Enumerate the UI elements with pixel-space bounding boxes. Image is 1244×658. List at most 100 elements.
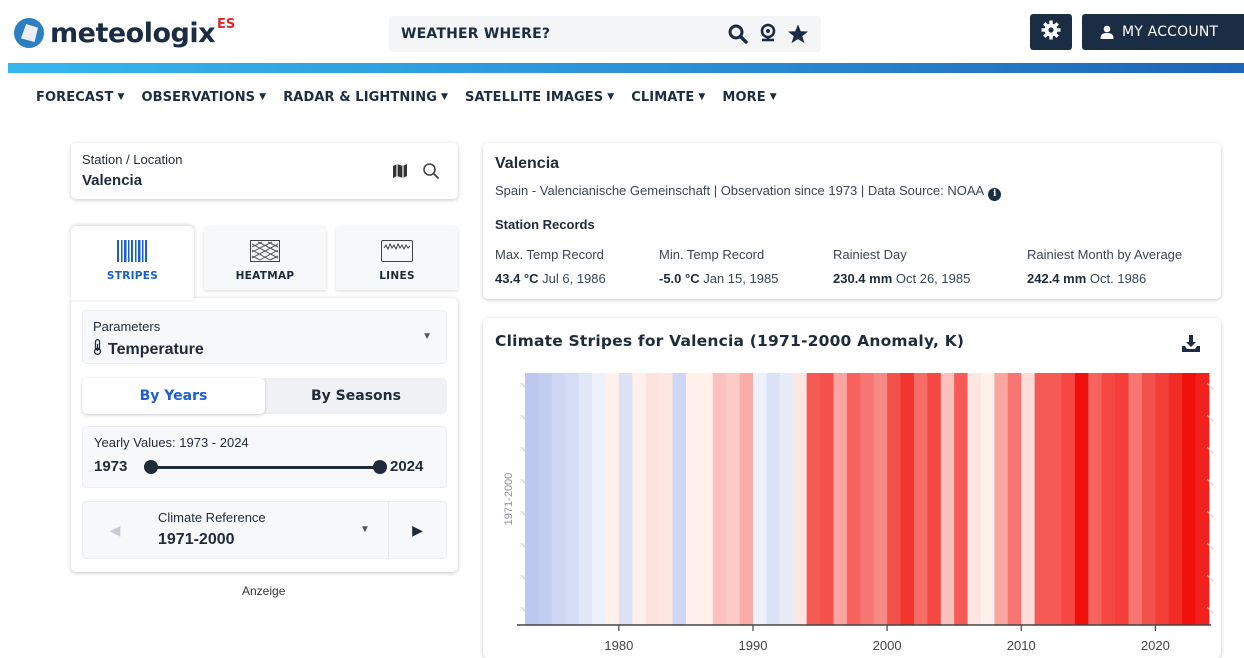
- nav-radar-lightning[interactable]: RADAR & LIGHTNING ▼: [283, 90, 448, 105]
- stripe-1985[interactable]: [685, 373, 700, 625]
- stripe-2014[interactable]: [1074, 373, 1089, 625]
- stripe-1983[interactable]: [659, 373, 673, 625]
- search-icon[interactable]: [723, 19, 753, 49]
- stripe-1994[interactable]: [806, 373, 821, 625]
- stripes-icon: [116, 240, 149, 267]
- stripe-2015[interactable]: [1088, 373, 1103, 625]
- caret-down-icon: ▼: [607, 92, 615, 102]
- stripe-2023[interactable]: [1195, 373, 1210, 625]
- stripe-2011[interactable]: [1034, 373, 1049, 625]
- climate-reference-selector: ◀ Climate Reference 1971-2000 ▼ ▶: [82, 501, 447, 559]
- stripe-1990[interactable]: [753, 373, 767, 625]
- x-tick-label-2020: 2020: [1141, 638, 1170, 653]
- stripe-1979[interactable]: [605, 373, 620, 625]
- download-icon[interactable]: [1181, 334, 1201, 359]
- year-range-end-handle[interactable]: [373, 460, 387, 474]
- climate-reference-value[interactable]: 1971-2000: [158, 531, 235, 549]
- stripe-2022[interactable]: [1182, 373, 1196, 625]
- stripe-2004[interactable]: [940, 373, 955, 625]
- stripe-2016[interactable]: [1101, 373, 1116, 625]
- previous-reference-button[interactable]: ◀: [83, 502, 147, 558]
- search-prompt[interactable]: WEATHER WHERE?: [401, 26, 723, 42]
- caret-down-icon: ▼: [441, 92, 449, 102]
- stripe-1988[interactable]: [726, 373, 740, 625]
- by-seasons-button[interactable]: By Seasons: [265, 378, 447, 414]
- stripe-2002[interactable]: [913, 373, 928, 625]
- location-search-bar[interactable]: WEATHER WHERE?: [389, 16, 821, 52]
- nav-observations[interactable]: OBSERVATIONS ▼: [142, 90, 267, 105]
- stripe-2001[interactable]: [900, 373, 915, 625]
- station-value[interactable]: Valencia: [82, 172, 142, 189]
- tab-heatmap[interactable]: HEATMAP: [204, 226, 326, 290]
- stripe-2007[interactable]: [981, 373, 995, 625]
- stripe-1989[interactable]: [739, 373, 754, 625]
- stripe-1997[interactable]: [846, 373, 861, 625]
- nav-label: RADAR & LIGHTNING: [283, 90, 438, 105]
- stripe-2021[interactable]: [1168, 373, 1183, 625]
- caret-down-icon: ▼: [769, 92, 777, 102]
- record-value-number: -5.0 °C: [659, 271, 700, 286]
- logo[interactable]: meteologix ES: [14, 16, 235, 50]
- next-reference-button[interactable]: ▶: [388, 502, 446, 558]
- stripe-1992[interactable]: [779, 373, 794, 625]
- by-years-button[interactable]: By Years: [82, 378, 265, 414]
- climate-reference-label: Climate Reference: [158, 510, 266, 525]
- location-pin-icon[interactable]: [753, 19, 783, 49]
- stripe-2009[interactable]: [1007, 373, 1022, 625]
- stripe-1976[interactable]: [565, 373, 580, 625]
- stripe-2010[interactable]: [1021, 373, 1036, 625]
- year-range-start-handle[interactable]: [144, 460, 158, 474]
- stripe-1977[interactable]: [578, 373, 593, 625]
- stripe-1984[interactable]: [672, 373, 687, 625]
- record-label: Min. Temp Record: [659, 247, 765, 262]
- nav-forecast[interactable]: FORECAST ▼: [36, 90, 125, 105]
- nav-climate[interactable]: CLIMATE ▼: [631, 90, 705, 105]
- settings-button[interactable]: [1030, 14, 1072, 50]
- nav-more[interactable]: MORE ▼: [722, 90, 776, 105]
- stripe-1986[interactable]: [699, 373, 714, 625]
- station-location-field[interactable]: Station / Location Valencia: [71, 143, 458, 199]
- stripe-1999[interactable]: [873, 373, 888, 625]
- stripe-2020[interactable]: [1155, 373, 1170, 625]
- stripe-2005[interactable]: [954, 373, 968, 625]
- tab-lines[interactable]: LINES: [336, 226, 458, 290]
- stripe-2013[interactable]: [1061, 373, 1076, 625]
- stripe-1995[interactable]: [820, 373, 834, 625]
- stripe-2017[interactable]: [1115, 373, 1129, 625]
- stripe-2019[interactable]: [1141, 373, 1156, 625]
- x-tick-label-2010: 2010: [1007, 638, 1036, 653]
- stripe-1975[interactable]: [551, 373, 566, 625]
- nav-label: CLIMATE: [631, 90, 695, 105]
- parameters-dropdown[interactable]: Parameters Temperature ▼: [82, 310, 447, 364]
- stripe-2006[interactable]: [967, 373, 982, 625]
- tab-stripes[interactable]: STRIPES: [71, 226, 194, 300]
- stripe-1980[interactable]: [618, 373, 633, 625]
- year-range-slider-track[interactable]: [149, 466, 381, 469]
- map-icon[interactable]: [392, 163, 408, 184]
- info-icon[interactable]: i: [988, 188, 1002, 201]
- stripe-1974[interactable]: [538, 373, 553, 625]
- stripe-2012[interactable]: [1048, 373, 1062, 625]
- nav-satellite-images[interactable]: SATELLITE IMAGES ▼: [465, 90, 614, 105]
- stripe-1998[interactable]: [860, 373, 875, 625]
- stripe-1996[interactable]: [833, 373, 848, 625]
- stripe-2018[interactable]: [1128, 373, 1143, 625]
- stripe-1987[interactable]: [712, 373, 727, 625]
- gear-icon: [1041, 20, 1061, 45]
- stripe-1981[interactable]: [632, 373, 647, 625]
- star-icon[interactable]: [783, 19, 813, 49]
- stripe-1982[interactable]: [645, 373, 660, 625]
- nav-label: OBSERVATIONS: [141, 90, 256, 105]
- stripe-1978[interactable]: [592, 373, 606, 625]
- stripe-1991[interactable]: [766, 373, 781, 625]
- stripe-1993[interactable]: [793, 373, 808, 625]
- search-icon[interactable]: [422, 162, 440, 185]
- my-account-label: MY ACCOUNT: [1122, 24, 1219, 40]
- stripe-2008[interactable]: [994, 373, 1009, 625]
- stripe-2003[interactable]: [927, 373, 942, 625]
- stripe-1973[interactable]: [525, 373, 539, 625]
- caret-down-icon[interactable]: ▼: [360, 524, 370, 535]
- stripe-2000[interactable]: [887, 373, 901, 625]
- my-account-button[interactable]: MY ACCOUNT: [1082, 14, 1244, 50]
- record-value: 242.4 mm Oct. 1986: [1027, 271, 1146, 286]
